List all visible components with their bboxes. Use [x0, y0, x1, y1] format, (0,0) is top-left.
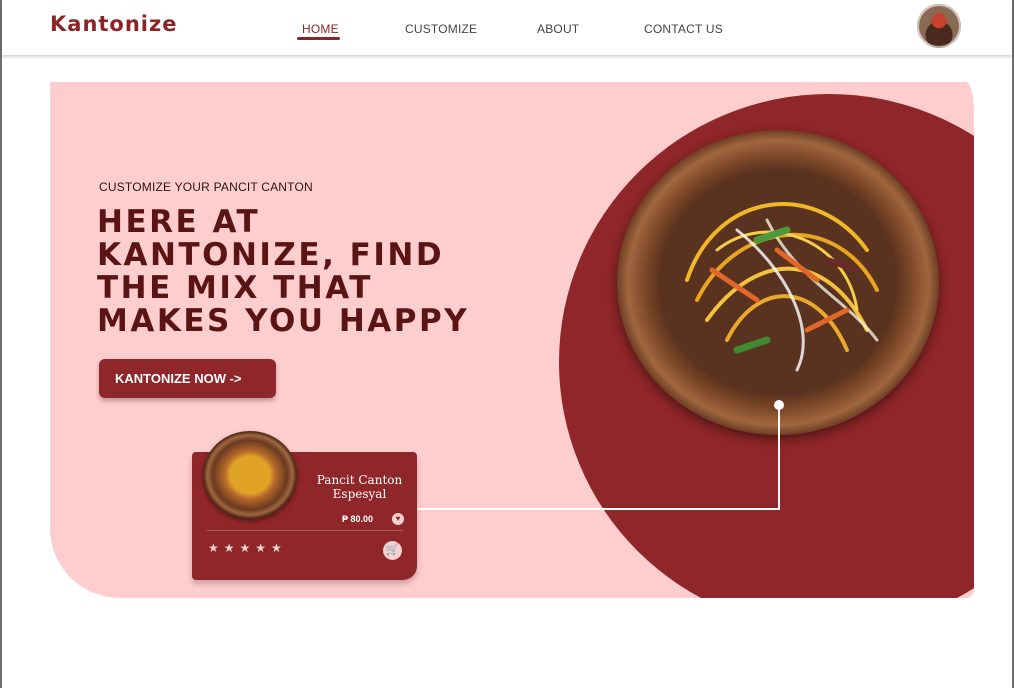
nav-link-home[interactable]: HOME	[302, 22, 339, 36]
product-title-line-2: Espesyal	[332, 487, 387, 501]
product-title: Pancit Canton Espesyal	[307, 473, 412, 501]
kantonize-now-button[interactable]: KANTONIZE NOW ->	[99, 359, 276, 398]
noodle-bowl-image	[617, 130, 939, 435]
user-avatar[interactable]	[917, 4, 961, 48]
headline-line-2: KANTONIZE, FIND	[97, 237, 445, 273]
heart-icon[interactable]: ♥	[392, 513, 404, 525]
card-divider	[207, 530, 403, 531]
product-thumbnail	[203, 431, 297, 519]
connector-line-vertical	[778, 406, 780, 510]
top-navbar: Kantonize HOME CUSTOMIZE ABOUT CONTACT U…	[2, 0, 1012, 55]
headline-line-4: MAKES YOU HAPPY	[97, 303, 470, 339]
nav-link-contact[interactable]: CONTACT US	[644, 22, 723, 36]
hero-headline: HERE AT KANTONIZE, FIND THE MIX THAT MAK…	[97, 206, 469, 338]
hero-eyebrow: CUSTOMIZE YOUR PANCIT CANTON	[99, 180, 313, 194]
nav-link-about[interactable]: ABOUT	[537, 22, 579, 36]
product-price: ₱ 80.00	[342, 514, 374, 524]
product-title-line-1: Pancit Canton	[316, 473, 403, 487]
headline-line-3: THE MIX THAT	[97, 270, 373, 306]
headline-line-1: HERE AT	[97, 204, 261, 240]
noodle-illustration	[685, 202, 879, 372]
cart-icon[interactable]: 🛒	[383, 541, 402, 560]
active-nav-underline	[297, 37, 340, 40]
rating-stars: ★★★★★	[208, 541, 287, 555]
nav-link-customize[interactable]: CUSTOMIZE	[405, 22, 477, 36]
brand-logo[interactable]: Kantonize	[50, 12, 177, 36]
connector-line-horizontal	[416, 508, 780, 510]
